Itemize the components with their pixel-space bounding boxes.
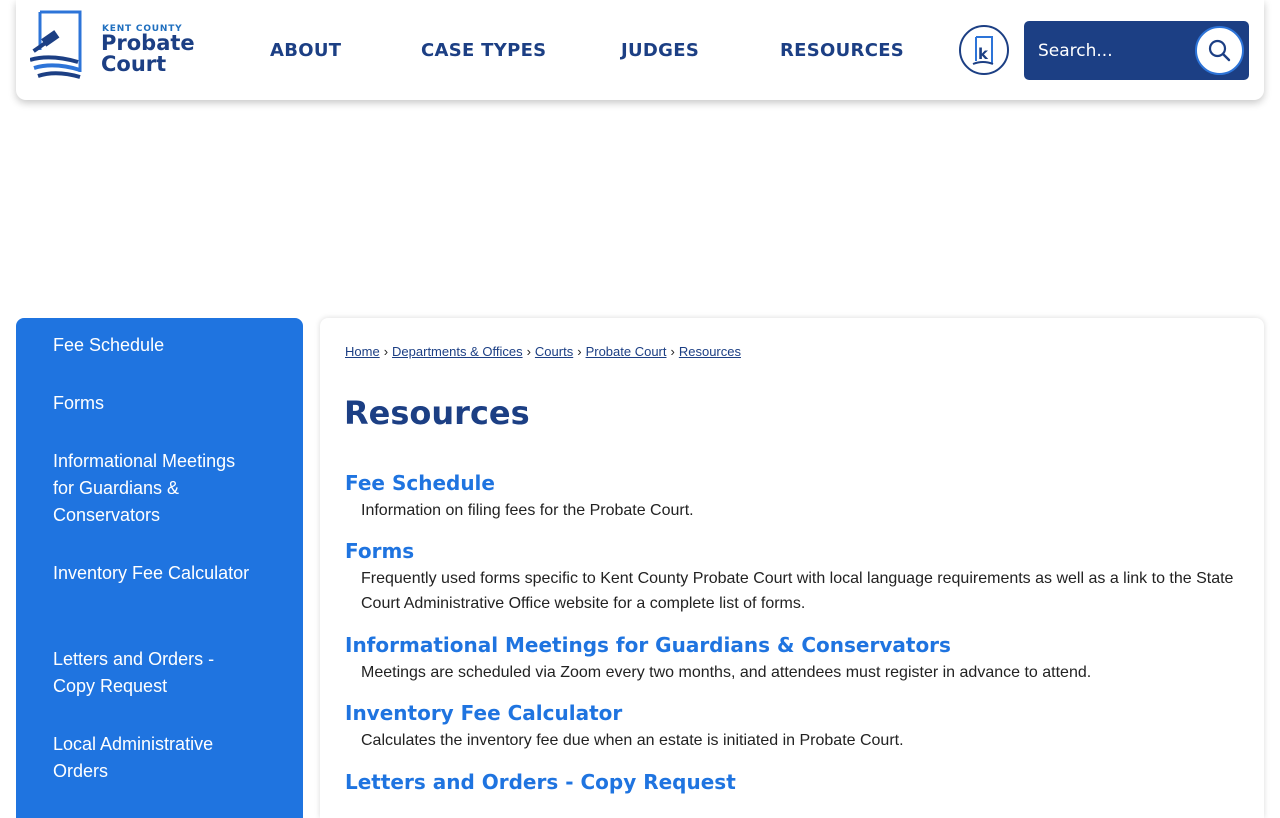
search-button[interactable] <box>1195 26 1244 75</box>
sidebar-item-local-admin-orders[interactable]: Local Administrative Orders <box>53 731 253 785</box>
breadcrumb-probate-court[interactable]: Probate Court <box>586 344 667 359</box>
breadcrumb-courts[interactable]: Courts <box>535 344 573 359</box>
breadcrumb: Home › Departments & Offices › Courts › Probat… <box>345 344 741 359</box>
search-input[interactable] <box>1036 35 1190 67</box>
main-content: Home › Departments & Offices › Courts › Probat… <box>320 318 1264 818</box>
search-box <box>1024 21 1249 80</box>
svg-text:k: k <box>978 45 989 63</box>
breadcrumb-resources[interactable]: Resources <box>679 344 741 359</box>
sidebar-item-fee-schedule[interactable]: Fee Schedule <box>53 332 253 359</box>
site-header: KENT COUNTY Probate Court ABOUT CASE TYP… <box>16 0 1264 100</box>
breadcrumb-separator: › <box>383 344 389 359</box>
gavel-logo-icon <box>30 10 82 79</box>
probate-court-logo[interactable]: KENT COUNTY Probate Court <box>30 10 200 82</box>
sidebar-item-inventory-fee-calculator[interactable]: Inventory Fee Calculator <box>53 560 253 587</box>
kent-county-k-icon[interactable]: k <box>959 25 1009 75</box>
nav-about[interactable]: ABOUT <box>270 40 341 61</box>
sidebar-item-letters-orders[interactable]: Letters and Orders - Copy Request <box>53 646 253 700</box>
nav-judges[interactable]: JUDGES <box>621 40 699 61</box>
resource-desc-inventory-fee-calculator: Calculates the inventory fee due when an… <box>361 732 904 749</box>
k-logo-icon: k <box>972 36 994 65</box>
resource-title-letters-orders[interactable]: Letters and Orders - Copy Request <box>345 770 736 794</box>
resource-desc-fee-schedule: Information on filing fees for the Proba… <box>361 502 694 519</box>
breadcrumb-separator: › <box>577 344 582 359</box>
breadcrumb-home[interactable]: Home <box>345 344 380 359</box>
sidebar-item-forms[interactable]: Forms <box>53 390 253 417</box>
sidebar-item-informational-meetings[interactable]: Informational Meetings for Guardians & C… <box>53 448 253 529</box>
breadcrumb-separator: › <box>670 344 675 359</box>
logo-court-text: Court <box>101 52 167 76</box>
resource-title-forms[interactable]: Forms <box>345 539 414 563</box>
page-title: Resources <box>344 394 530 432</box>
breadcrumb-departments[interactable]: Departments & Offices <box>392 344 523 359</box>
resource-title-inventory-fee-calculator[interactable]: Inventory Fee Calculator <box>345 701 622 725</box>
breadcrumb-separator: › <box>526 344 531 359</box>
resource-title-informational-meetings[interactable]: Informational Meetings for Guardians & C… <box>345 633 951 657</box>
logo-probate-text: Probate <box>101 31 195 55</box>
resource-desc-forms: Frequently used forms specific to Kent C… <box>361 570 1234 612</box>
nav-resources[interactable]: RESOURCES <box>780 40 904 61</box>
resource-title-fee-schedule[interactable]: Fee Schedule <box>345 471 495 495</box>
nav-case-types[interactable]: CASE TYPES <box>421 40 546 61</box>
resource-desc-informational-meetings: Meetings are scheduled via Zoom every tw… <box>361 664 1092 681</box>
sidebar-nav: Fee Schedule Forms Informational Meeting… <box>16 318 303 818</box>
search-icon <box>1208 39 1231 62</box>
